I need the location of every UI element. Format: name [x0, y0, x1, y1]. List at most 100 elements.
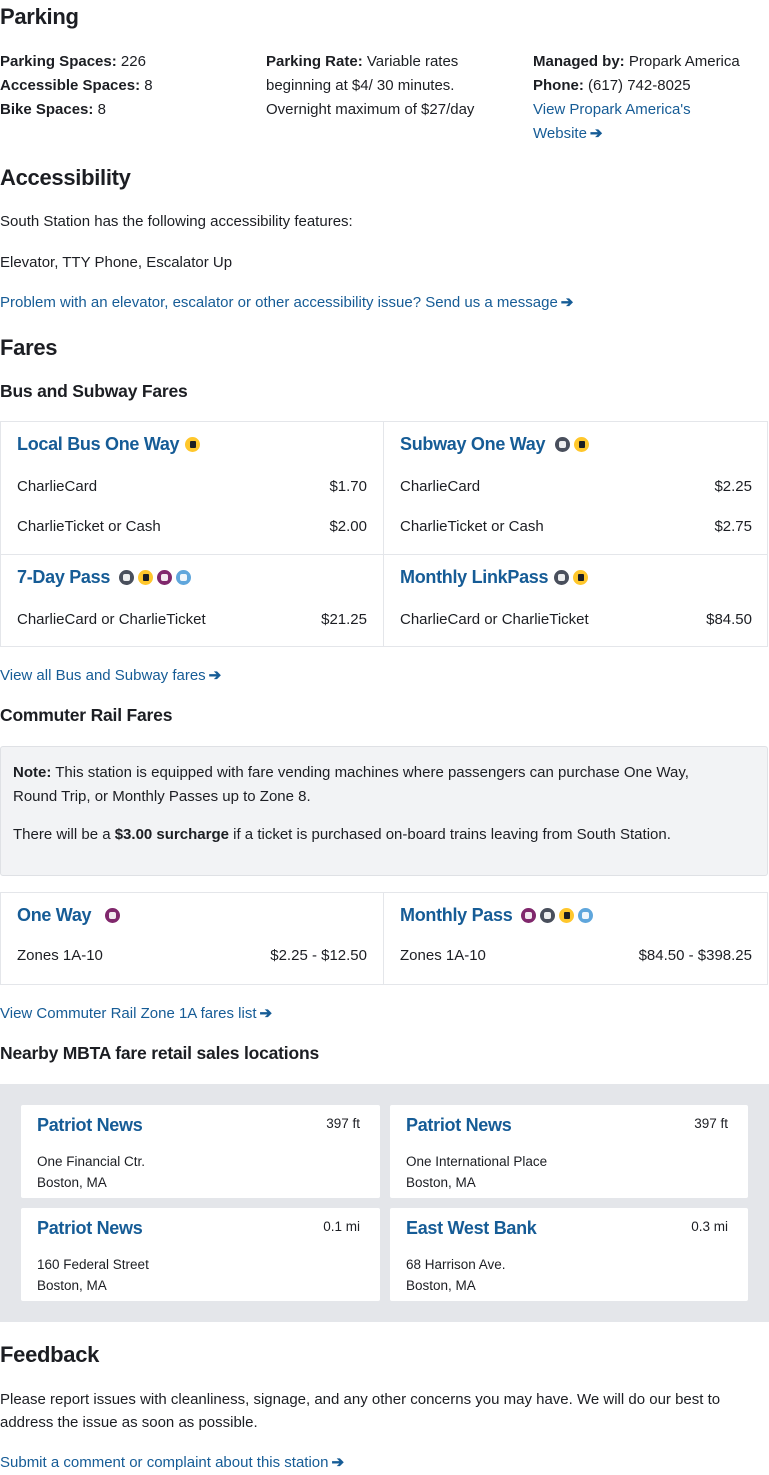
fare-card-7-day-pass: 7-Day Pass CharlieCard or CharlieTicket … — [1, 555, 384, 647]
surcharge-amount: $3.00 surcharge — [114, 826, 229, 843]
fare-card-monthly-linkpass: Monthly LinkPass CharlieCard or CharlieT… — [384, 555, 768, 647]
commuter-rail-note: Note: This station is equipped with fare… — [0, 746, 768, 876]
note-line2: Round Trip, or Monthly Passes up to Zone… — [13, 788, 311, 805]
subway-icon — [540, 908, 555, 923]
retail-location-name[interactable]: Patriot News — [37, 1115, 143, 1136]
address-line2: Boston, MA — [37, 1278, 107, 1293]
website-link-line1: View Propark America's — [533, 101, 691, 118]
parking-manager-column: Managed by: Propark America Phone: (617)… — [533, 50, 740, 146]
view-bus-subway-fares-text: View all Bus and Subway fares — [0, 667, 206, 684]
fare-card-mode-icons — [105, 908, 120, 923]
bus-icon — [138, 570, 153, 585]
parking-heading: Parking — [0, 4, 79, 29]
retail-location-name[interactable]: Patriot News — [37, 1218, 143, 1239]
submit-comment-link[interactable]: Submit a comment or complaint about this… — [0, 1451, 344, 1475]
address-line1: 68 Harrison Ave. — [406, 1257, 506, 1272]
bike-spaces-value: 8 — [97, 101, 106, 118]
fare-card-cr-monthly-pass: Monthly Pass Zones 1A-10 $84.50 - $398.2… — [384, 893, 768, 984]
retail-location-card: Patriot News 0.1 mi 160 Federal Street B… — [21, 1208, 380, 1301]
accessible-spaces-value: 8 — [144, 77, 153, 94]
fare-row-label: CharlieCard — [400, 478, 481, 495]
retail-location-distance: 0.1 mi — [323, 1219, 360, 1234]
fare-card-mode-icons — [521, 908, 593, 923]
address-line1: One International Place — [406, 1154, 548, 1169]
fare-card-title[interactable]: 7-Day Pass — [17, 567, 110, 588]
website-link-line2: Website — [533, 125, 587, 142]
fare-card-mode-icons — [554, 570, 588, 585]
retail-locations-heading: Nearby MBTA fare retail sales locations — [0, 1043, 319, 1063]
arrow-right-icon: ➔ — [560, 294, 574, 311]
fare-row-label: Zones 1A-10 — [17, 947, 103, 964]
view-bus-subway-fares-link[interactable]: View all Bus and Subway fares ➔ — [0, 664, 221, 688]
view-commuter-rail-fares-text: View Commuter Rail Zone 1A fares list — [0, 1005, 257, 1022]
commuter-rail-icon — [157, 570, 172, 585]
address-line2: Boston, MA — [406, 1278, 476, 1293]
fare-card-mode-icons — [119, 570, 191, 585]
retail-location-card: East West Bank 0.3 mi 68 Harrison Ave. B… — [390, 1208, 748, 1301]
retail-location-name[interactable]: Patriot News — [406, 1115, 512, 1136]
ferry-icon — [578, 908, 593, 923]
retail-locations-panel: Patriot News 397 ft One Financial Ctr. B… — [0, 1084, 769, 1322]
view-commuter-rail-fares-link[interactable]: View Commuter Rail Zone 1A fares list ➔ — [0, 1002, 272, 1026]
subway-icon — [119, 570, 134, 585]
managed-by-label: Managed by: — [533, 53, 625, 70]
fare-row-label: CharlieCard or CharlieTicket — [17, 611, 206, 628]
propark-website-link[interactable]: View Propark America's Website ➔ — [533, 98, 740, 146]
commuter-rail-fares-heading: Commuter Rail Fares — [0, 705, 173, 725]
fare-card-cr-one-way: One Way Zones 1A-10 $2.25 - $12.50 — [1, 893, 384, 984]
surcharge-post: if a ticket is purchased on-board trains… — [233, 826, 671, 843]
fare-row-price: $2.25 - $12.50 — [270, 947, 367, 964]
bus-icon — [559, 908, 574, 923]
bike-spaces-label: Bike Spaces: — [0, 101, 94, 118]
fare-card-local-bus: Local Bus One Way CharlieCard $1.70 Char… — [1, 422, 384, 555]
phone-label: Phone: — [533, 77, 584, 94]
station-info-page: Parking Parking Spaces: 226 Accessible S… — [0, 0, 769, 1475]
retail-location-card: Patriot News 397 ft One International Pl… — [390, 1105, 748, 1198]
fare-row-price: $84.50 - $398.25 — [638, 947, 752, 964]
arrow-right-icon: ➔ — [259, 1005, 273, 1022]
arrow-right-icon: ➔ — [208, 667, 222, 684]
fare-card-mode-icons — [555, 437, 589, 452]
parking-spaces-column: Parking Spaces: 226 Accessible Spaces: 8… — [0, 50, 153, 122]
surcharge-pre: There will be a — [13, 826, 111, 843]
feedback-heading: Feedback — [0, 1342, 100, 1367]
parking-spaces-value: 226 — [120, 53, 146, 70]
fare-row-label: CharlieTicket or Cash — [17, 518, 161, 535]
fare-card-title[interactable]: Subway One Way — [400, 434, 545, 455]
fare-row-price: $2.75 — [714, 518, 752, 535]
fare-row-price: $21.25 — [321, 611, 367, 628]
accessibility-problem-link[interactable]: Problem with an elevator, escalator or o… — [0, 291, 573, 315]
feedback-text-line2: address the issue as soon as possible. — [0, 1414, 258, 1431]
parking-rate-line3: Overnight maximum of $27/day — [266, 101, 475, 118]
fare-card-title[interactable]: Monthly Pass — [400, 905, 513, 926]
retail-location-address: One Financial Ctr. Boston, MA — [37, 1151, 145, 1193]
retail-location-name[interactable]: East West Bank — [406, 1218, 537, 1239]
fare-card-title[interactable]: Monthly LinkPass — [400, 567, 549, 588]
subway-icon — [554, 570, 569, 585]
bus-icon — [574, 437, 589, 452]
parking-spaces-label: Parking Spaces: — [0, 53, 117, 70]
accessibility-problem-link-text: Problem with an elevator, escalator or o… — [0, 294, 558, 311]
fare-row-price: $2.00 — [329, 518, 367, 535]
commuter-rail-fare-grid: One Way Zones 1A-10 $2.25 - $12.50 Month… — [0, 892, 768, 985]
arrow-right-icon: ➔ — [331, 1454, 345, 1471]
phone-value: (617) 742-8025 — [588, 77, 691, 94]
ferry-icon — [176, 570, 191, 585]
fare-card-title[interactable]: Local Bus One Way — [17, 434, 180, 455]
retail-location-distance: 397 ft — [694, 1116, 728, 1131]
bus-icon — [185, 437, 200, 452]
managed-by-value: Propark America — [628, 53, 740, 70]
address-line1: One Financial Ctr. — [37, 1154, 146, 1169]
retail-location-address: One International Place Boston, MA — [406, 1151, 547, 1193]
fare-card-title[interactable]: One Way — [17, 905, 92, 926]
accessible-spaces-label: Accessible Spaces: — [0, 77, 141, 94]
commuter-rail-icon — [521, 908, 536, 923]
fare-row-label: CharlieCard or CharlieTicket — [400, 611, 589, 628]
accessibility-heading: Accessibility — [0, 165, 131, 190]
address-line2: Boston, MA — [406, 1175, 476, 1190]
parking-rate-line2: beginning at $4/ 30 minutes. — [266, 77, 455, 94]
parking-rate-column: Parking Rate: Variable rates beginning a… — [266, 50, 474, 122]
fare-row-label: Zones 1A-10 — [400, 947, 486, 964]
surcharge-line: There will be a $3.00 surcharge if a tic… — [13, 823, 671, 847]
parking-rate-label: Parking Rate: — [266, 53, 363, 70]
